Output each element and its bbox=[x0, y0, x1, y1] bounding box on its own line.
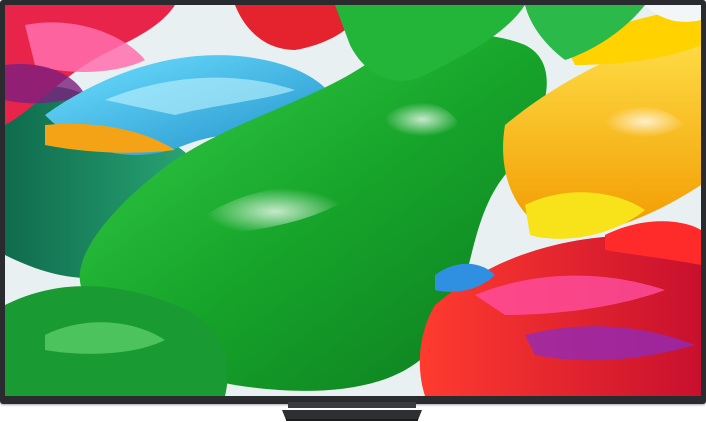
tv-screen bbox=[5, 5, 701, 396]
stand-base bbox=[282, 402, 422, 421]
tv-stand bbox=[282, 402, 422, 422]
television bbox=[0, 0, 706, 422]
tv-bezel bbox=[0, 0, 706, 404]
abstract-paint-artwork bbox=[5, 5, 701, 396]
